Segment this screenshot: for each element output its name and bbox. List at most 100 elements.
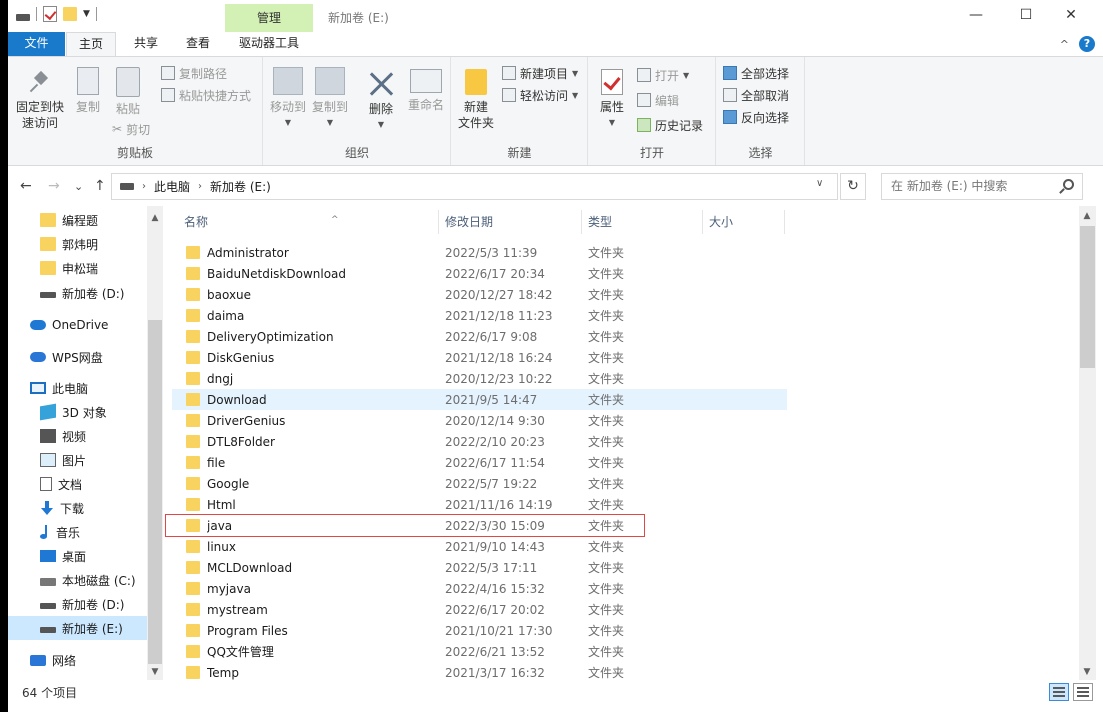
- nav-item[interactable]: 文档: [8, 472, 148, 496]
- file-row[interactable]: Html 2021/11/16 14:19 文件夹: [172, 494, 787, 515]
- customize-toolbar-icon[interactable]: ▼: [83, 9, 90, 19]
- file-row[interactable]: linux 2021/9/10 14:43 文件夹: [172, 536, 787, 557]
- edit-button[interactable]: 编辑: [637, 90, 679, 110]
- nav-item[interactable]: 3D 对象: [8, 400, 148, 424]
- help-icon[interactable]: ?: [1079, 36, 1095, 52]
- invert-selection-button[interactable]: 反向选择: [723, 107, 789, 127]
- file-row[interactable]: daima 2021/12/18 11:23 文件夹: [172, 305, 787, 326]
- file-row[interactable]: dngj 2020/12/23 10:22 文件夹: [172, 368, 787, 389]
- history-button[interactable]: 历史记录: [637, 115, 703, 135]
- file-row[interactable]: file 2022/6/17 11:54 文件夹: [172, 452, 787, 473]
- nav-item[interactable]: OneDrive: [8, 313, 148, 337]
- nav-item[interactable]: 新加卷 (D:): [8, 592, 148, 616]
- cut-button[interactable]: ✂ 剪切: [112, 119, 150, 139]
- tab-home[interactable]: 主页: [66, 32, 116, 57]
- back-button[interactable]: ←: [20, 178, 32, 194]
- nav-item[interactable]: 网络: [8, 648, 148, 672]
- nav-item[interactable]: 新加卷 (D:): [8, 281, 148, 305]
- properties-quick-icon[interactable]: [43, 6, 57, 22]
- up-button[interactable]: ↑: [94, 178, 106, 194]
- tab-manage[interactable]: 管理: [225, 4, 313, 32]
- scroll-down-icon[interactable]: ▼: [147, 664, 163, 680]
- tab-share[interactable]: 共享: [126, 32, 166, 56]
- nav-item[interactable]: 音乐: [8, 520, 148, 544]
- tab-drive-tools[interactable]: 驱动器工具: [225, 32, 313, 56]
- easy-access-button[interactable]: 轻松访问 ▼: [502, 85, 578, 105]
- minimize-button[interactable]: —: [953, 0, 999, 32]
- select-all-button[interactable]: 全部选择: [723, 63, 789, 83]
- column-header-date[interactable]: 修改日期: [445, 210, 493, 234]
- scroll-up-icon[interactable]: ▲: [147, 210, 163, 226]
- paste-shortcut-button[interactable]: 粘贴快捷方式: [161, 85, 251, 105]
- column-divider[interactable]: [784, 210, 785, 234]
- file-list-scroll-thumb[interactable]: [1080, 226, 1095, 368]
- file-row[interactable]: DriverGenius 2020/12/14 9:30 文件夹: [172, 410, 787, 431]
- column-divider[interactable]: [438, 210, 439, 234]
- open-button[interactable]: 打开 ▼: [637, 65, 689, 85]
- chevron-right-icon[interactable]: ›: [142, 181, 146, 192]
- file-row[interactable]: Download 2021/9/5 14:47 文件夹: [172, 389, 787, 410]
- new-folder-button[interactable]: 新建 文件夹: [456, 69, 496, 131]
- nav-scroll-thumb[interactable]: [148, 320, 162, 664]
- pin-quick-access-button[interactable]: 固定到快 速访问: [14, 71, 66, 131]
- nav-item[interactable]: WPS网盘: [8, 345, 148, 369]
- breadcrumb-drive-e[interactable]: 新加卷 (E:): [210, 178, 271, 195]
- file-row[interactable]: Program Files 2021/10/21 17:30 文件夹: [172, 620, 787, 641]
- forward-button[interactable]: →: [48, 178, 60, 194]
- select-none-button[interactable]: 全部取消: [723, 85, 789, 105]
- refresh-button[interactable]: ↻: [840, 173, 866, 200]
- column-divider[interactable]: [702, 210, 703, 234]
- nav-item[interactable]: 郭炜明: [8, 232, 148, 256]
- address-bar[interactable]: › 此电脑 › 新加卷 (E:): [111, 173, 838, 200]
- file-row[interactable]: Temp 2021/3/17 16:32 文件夹: [172, 662, 787, 680]
- large-icons-view-button[interactable]: [1073, 683, 1093, 701]
- nav-item[interactable]: 新加卷 (E:): [8, 616, 148, 640]
- nav-item[interactable]: 本地磁盘 (C:): [8, 568, 148, 592]
- nav-item[interactable]: 桌面: [8, 544, 148, 568]
- nav-item[interactable]: 下载: [8, 496, 148, 520]
- nav-item[interactable]: 视频: [8, 424, 148, 448]
- file-row[interactable]: MCLDownload 2022/5/3 17:11 文件夹: [172, 557, 787, 578]
- scroll-up-icon[interactable]: ▲: [1079, 208, 1095, 224]
- tab-file[interactable]: 文件: [8, 32, 65, 56]
- address-dropdown-icon[interactable]: ∨: [816, 178, 823, 189]
- nav-item[interactable]: 图片: [8, 448, 148, 472]
- details-view-button[interactable]: [1049, 683, 1069, 701]
- move-to-button[interactable]: 移动到 ▼: [268, 67, 308, 131]
- maximize-button[interactable]: ☐: [1003, 0, 1049, 32]
- file-row[interactable]: myjava 2022/4/16 15:32 文件夹: [172, 578, 787, 599]
- file-row[interactable]: java 2022/3/30 15:09 文件夹: [165, 514, 645, 537]
- chevron-right-icon[interactable]: ›: [198, 181, 202, 192]
- nav-item[interactable]: 此电脑: [8, 376, 148, 400]
- delete-button[interactable]: 删除 ▼: [364, 69, 398, 133]
- new-folder-quick-icon[interactable]: [63, 7, 77, 21]
- rename-button[interactable]: 重命名: [404, 69, 448, 113]
- column-header-size[interactable]: 大小: [709, 210, 733, 234]
- file-row[interactable]: BaiduNetdiskDownload 2022/6/17 20:34 文件夹: [172, 263, 787, 284]
- search-input[interactable]: 在 新加卷 (E:) 中搜索: [881, 173, 1083, 200]
- nav-item[interactable]: 编程题: [8, 208, 148, 232]
- close-button[interactable]: ✕: [1048, 0, 1094, 32]
- column-header-name[interactable]: 名称 ^: [184, 210, 339, 234]
- file-row[interactable]: DiskGenius 2021/12/18 16:24 文件夹: [172, 347, 787, 368]
- paste-button[interactable]: 粘贴: [110, 67, 146, 117]
- nav-pane-scrollbar[interactable]: ▲ ▼: [147, 206, 163, 680]
- file-row[interactable]: baoxue 2020/12/27 18:42 文件夹: [172, 284, 787, 305]
- copy-to-button[interactable]: 复制到 ▼: [310, 67, 350, 131]
- file-row[interactable]: Administrator 2022/5/3 11:39 文件夹: [172, 242, 787, 263]
- column-divider[interactable]: [581, 210, 582, 234]
- copy-path-button[interactable]: 复制路径: [161, 63, 227, 83]
- new-item-button[interactable]: 新建项目 ▼: [502, 63, 578, 83]
- breadcrumb-this-pc[interactable]: 此电脑: [154, 178, 190, 195]
- nav-item[interactable]: 申松瑞: [8, 256, 148, 280]
- scroll-down-icon[interactable]: ▼: [1079, 664, 1095, 680]
- tab-view[interactable]: 查看: [178, 32, 218, 56]
- file-row[interactable]: mystream 2022/6/17 20:02 文件夹: [172, 599, 787, 620]
- copy-button[interactable]: 复制: [70, 67, 106, 115]
- file-row[interactable]: DTL8Folder 2022/2/10 20:23 文件夹: [172, 431, 787, 452]
- file-row[interactable]: DeliveryOptimization 2022/6/17 9:08 文件夹: [172, 326, 787, 347]
- recent-locations-button[interactable]: ⌄: [74, 180, 83, 193]
- properties-button[interactable]: 属性 ▼: [597, 69, 627, 131]
- file-row[interactable]: QQ文件管理 2022/6/21 13:52 文件夹: [172, 641, 787, 662]
- collapse-ribbon-icon[interactable]: ^: [1060, 38, 1069, 51]
